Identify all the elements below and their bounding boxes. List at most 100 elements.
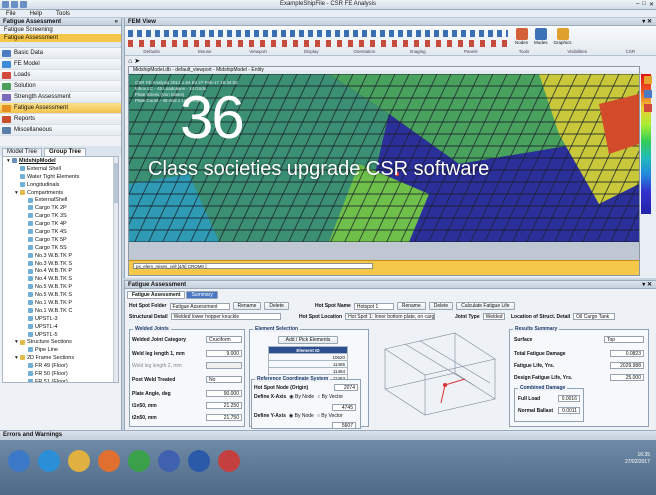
menu-file[interactable]: File (6, 10, 16, 17)
tab-group-tree[interactable]: Group Tree (44, 148, 87, 156)
menu-help[interactable]: Help (30, 10, 42, 17)
tree-node[interactable]: No.4 W.B.TK S (5, 276, 118, 284)
location-select[interactable]: Oil Cargo Tank (573, 313, 616, 320)
tree-node[interactable]: Cargo TK 5S (5, 245, 118, 253)
hot-spot-folder-select[interactable]: Fatigue Assessment (169, 302, 230, 310)
tree-node[interactable]: No.3 W.B.TK S (5, 261, 118, 269)
chrome-icon[interactable] (128, 450, 150, 472)
rename-folder-button[interactable]: Rename (232, 302, 262, 310)
t1-input[interactable]: 21.250 (206, 402, 242, 409)
design-life-input[interactable]: 25.000 (610, 374, 644, 381)
radio-by-vector[interactable]: ○ By Vector (317, 394, 343, 400)
tool-icon[interactable] (644, 76, 652, 84)
tree-node[interactable]: Longitudinals (5, 182, 118, 190)
table-row[interactable]: 11465 (268, 360, 348, 368)
tree-node[interactable]: Cargo TK 3S (5, 213, 118, 221)
tree-node[interactable]: UPSTL-4 (5, 324, 118, 332)
tree-node[interactable]: Water Tight Elements (5, 174, 118, 182)
nav-button[interactable]: Fatigue Assessment (0, 103, 121, 114)
nav-button[interactable]: Solution (0, 81, 121, 92)
tree-node[interactable]: Cargo TK 5P (5, 237, 118, 245)
ie-icon[interactable] (38, 450, 60, 472)
joint-type-select[interactable]: Welded (482, 313, 505, 320)
nav-button[interactable]: Strength Assessment (0, 92, 121, 103)
tool-icon[interactable] (644, 104, 652, 112)
tree-node[interactable]: No.4 W.B.TK P (5, 268, 118, 276)
tab-model-tree[interactable]: Model Tree (2, 148, 43, 156)
origin-node-input[interactable]: 2074 (334, 384, 358, 391)
tree-node[interactable]: Cargo TK 2P (5, 205, 118, 213)
tree-node[interactable]: Pipe Line (5, 347, 118, 355)
tree-node[interactable]: FR 51 (Floor) (5, 379, 118, 382)
tree-node[interactable]: ▾ 2D Frame Sections (5, 355, 118, 363)
hot-spot-name-select[interactable]: Hotspot 1 (353, 302, 394, 310)
errors-warnings-bar[interactable]: Errors and Warnings (0, 430, 656, 438)
tab-summary[interactable]: Summary (186, 291, 218, 299)
x-axis-input[interactable]: 4745 (332, 404, 356, 411)
tree-node[interactable]: External Shell (5, 166, 118, 174)
home-view-icon[interactable]: ⌂ (128, 58, 132, 65)
weld-category-select[interactable]: Cruciform (206, 336, 242, 343)
add-pick-elements-button[interactable]: Add / Pick Elements (278, 336, 338, 344)
fatigue-item[interactable]: Fatigue Screening (0, 26, 121, 34)
plate-angle-input[interactable]: 90.000 (206, 390, 242, 397)
tree-node[interactable]: FR 50 (Floor) (5, 371, 118, 379)
window-menu-icon[interactable]: ▾ ✕ (642, 281, 652, 289)
app-icon[interactable] (218, 450, 240, 472)
table-row[interactable]: 11464 (268, 367, 348, 375)
radio-by-node[interactable]: ◉ By Node (289, 413, 314, 419)
tree-node[interactable]: UPSTL-3 (5, 316, 118, 324)
fatigue-item[interactable]: Fatigue Assessment (0, 34, 121, 42)
nav-button[interactable]: Miscellaneous (0, 125, 121, 136)
nav-button[interactable]: Loads (0, 70, 121, 81)
tree-node[interactable]: ▾ Structure Sections (5, 339, 118, 347)
tree-node[interactable]: ▾ MidshipModel (5, 158, 118, 166)
delete-folder-button[interactable]: Delete (264, 302, 289, 310)
nav-button[interactable]: Reports (0, 114, 121, 125)
nav-button[interactable]: FE Model (0, 59, 121, 70)
tree-node[interactable]: No.3 W.B.TK P (5, 253, 118, 261)
t2-input[interactable]: 21.750 (206, 414, 242, 421)
tree-node[interactable]: UPSTL-5 (5, 332, 118, 340)
tree-node[interactable]: Cargo TK 4P (5, 221, 118, 229)
weld-leg2-input[interactable] (206, 362, 242, 369)
radio-by-vector[interactable]: ○ By Vector (317, 413, 343, 419)
tree-node[interactable]: No.1 W.B.TK C (5, 308, 118, 316)
structural-detail-select[interactable]: Welded lower hopper knuckle (170, 313, 281, 320)
weld-leg1-input[interactable]: 9.000 (206, 350, 242, 357)
tree-node[interactable]: No.5 W.B.TK P (5, 284, 118, 292)
tree-node[interactable]: ExternalShell (5, 197, 118, 205)
surface-select[interactable]: Top (604, 336, 644, 343)
post-weld-select[interactable]: No (206, 376, 242, 383)
nav-button[interactable]: Basic Data (0, 48, 121, 59)
tree-node[interactable]: Cargo TK 4S (5, 229, 118, 237)
menu-tools[interactable]: Tools (56, 10, 70, 17)
windows-start-icon[interactable] (8, 450, 30, 472)
tool-icon[interactable] (644, 90, 652, 98)
ribbon-big-button[interactable]: Nodes (515, 28, 528, 45)
rename-hotspot-button[interactable]: Rename (396, 302, 426, 310)
tree-node[interactable]: ▾ Compartments (5, 190, 118, 198)
ribbon-big-button[interactable]: Modes (534, 28, 548, 45)
tab-fatigue-assessment[interactable]: Fatigue Assessment (127, 291, 186, 299)
window-menu-icon[interactable]: ▾ ✕ (642, 18, 652, 26)
close-icon[interactable]: ✕ (649, 1, 654, 8)
minimize-icon[interactable]: – (636, 1, 639, 8)
settings-icon[interactable] (158, 450, 180, 472)
calculate-fatigue-life-button[interactable]: Calculate Fatigue Life (456, 302, 515, 310)
y-axis-input[interactable]: 5607 (332, 422, 356, 429)
media-icon[interactable] (98, 450, 120, 472)
table-row[interactable]: 10620 (268, 353, 348, 361)
ribbon-big-button[interactable]: Graphics (554, 28, 572, 45)
command-input[interactable]: ps_elem_mises_cell [4/5] CROM0 ] (133, 263, 373, 269)
toolbar-icons[interactable] (128, 28, 508, 50)
maximize-icon[interactable]: □ (642, 1, 646, 8)
collapse-icon[interactable]: « (115, 18, 118, 26)
tree-node[interactable]: No.5 W.B.TK S (5, 292, 118, 300)
delete-hotspot-button[interactable]: Delete (428, 302, 454, 310)
tree-node[interactable]: No.1 W.B.TK P (5, 300, 118, 308)
hot-spot-location-select[interactable]: Hot Spot 1: Inner bottom plate, on cargo… (345, 313, 436, 320)
tree-node[interactable]: FR 49 (Floor) (5, 363, 118, 371)
pointer-icon[interactable]: ➤ (134, 58, 140, 65)
folder-icon[interactable] (68, 450, 90, 472)
